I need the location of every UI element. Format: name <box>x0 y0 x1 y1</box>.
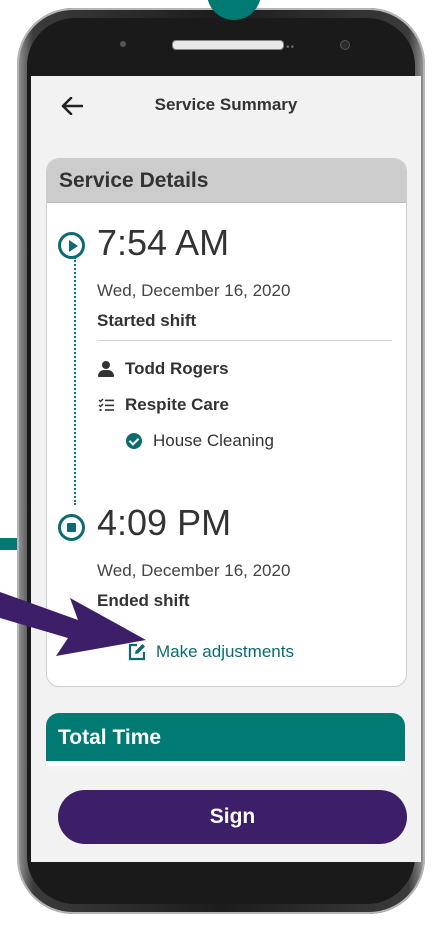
service-type-row: Respite Care <box>97 395 229 415</box>
start-time: 7:54 AM <box>97 222 230 263</box>
total-time-card: Total Time <box>46 713 405 773</box>
pointer-arrow <box>0 592 146 656</box>
task-list-icon <box>97 396 115 414</box>
speaker-dots: •• <box>286 42 296 53</box>
service-details-title: Service Details <box>47 159 406 203</box>
user-icon <box>97 360 115 378</box>
front-camera <box>340 40 350 50</box>
app-bar: Service Summary <box>31 76 421 136</box>
make-adjustments-label: Make adjustments <box>156 642 294 661</box>
earpiece-speaker <box>172 40 284 50</box>
start-label: Started shift <box>97 311 197 330</box>
check-circle-icon <box>125 432 143 450</box>
task-row: House Cleaning <box>125 431 274 451</box>
decorative-teal-bar <box>0 538 18 550</box>
task-name: House Cleaning <box>153 431 274 450</box>
start-date: Wed, December 16, 2020 <box>97 281 291 300</box>
page-title: Service Summary <box>154 95 298 114</box>
sign-button[interactable]: Sign <box>58 790 407 844</box>
play-circle-icon <box>58 232 85 259</box>
stop-circle-icon <box>58 514 85 541</box>
sensor-dot <box>120 41 126 47</box>
service-type: Respite Care <box>125 395 229 414</box>
timeline-line <box>74 257 76 505</box>
caregiver-name: Todd Rogers <box>125 359 229 378</box>
divider <box>97 340 392 341</box>
end-time: 4:09 PM <box>97 502 232 543</box>
caregiver-row: Todd Rogers <box>97 359 229 379</box>
total-time-title: Total Time <box>46 713 405 761</box>
app-screen: Service Summary Service Details 7:54 AM … <box>31 76 421 862</box>
